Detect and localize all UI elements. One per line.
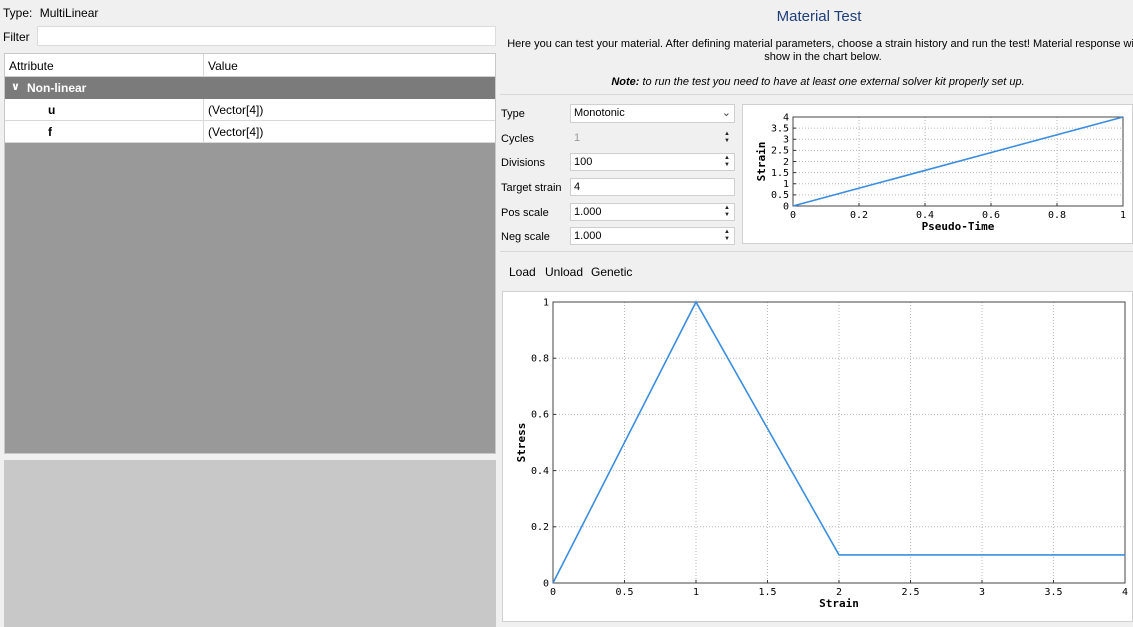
y-tick-label: 0.6 [531, 410, 549, 421]
unload-button[interactable]: Unload [545, 265, 583, 279]
divisions-value: 100 [574, 156, 593, 168]
y-axis-label: Strain [755, 142, 768, 182]
x-tick-label: 0.5 [615, 587, 633, 598]
x-tick-label: 3 [979, 587, 985, 598]
spin-arrows-icon: ▲ ▼ [724, 131, 730, 144]
series-line [792, 116, 1124, 207]
spin-arrows-icon[interactable]: ▲ ▼ [721, 205, 733, 219]
attribute-value[interactable]: (Vector[4]) [208, 103, 263, 117]
y-tick-label: 4 [783, 112, 789, 123]
filter-input[interactable] [37, 26, 496, 46]
target-strain-field[interactable]: 4 [570, 178, 735, 196]
x-tick-label: 2.5 [901, 587, 919, 598]
x-tick-label: 1 [1120, 210, 1126, 221]
table-row[interactable]: f (Vector[4]) [5, 121, 495, 143]
genetic-button[interactable]: Genetic [591, 265, 632, 279]
y-tick-label: 0 [783, 201, 789, 212]
y-tick-label: 0.8 [531, 354, 549, 365]
attribute-panel: Type: MultiLinear Filter Attribute Value… [0, 0, 498, 627]
group-row-non-linear[interactable]: ∨ Non-linear [5, 77, 495, 99]
material-response-chart: 0 0.5 1 1.5 2 2.5 3 3.5 4 0 0.2 0.4 0.6 0.8 1 Strain Str… [502, 291, 1133, 622]
target-strain-label: Target strain [501, 182, 562, 194]
y-tick-label: 0.4 [531, 466, 549, 477]
load-button[interactable]: Load [509, 265, 536, 279]
note-body: to run the test you need to have at leas… [639, 76, 1025, 88]
material-response-svg: 0 0.5 1 1.5 2 2.5 3 3.5 400.20.40.60.81StrainStr… [515, 297, 1128, 610]
type-param-label: Type [501, 108, 525, 120]
y-tick-label: 0.2 [531, 522, 549, 533]
x-axis-label: Strain [819, 597, 859, 610]
table-row[interactable]: u (Vector[4]) [5, 99, 495, 121]
cycles-label: Cycles [501, 133, 535, 145]
description-text: Here you can test your material. After d… [503, 38, 1133, 64]
chevron-down-icon: ⌄ [721, 107, 731, 119]
strain-type-select[interactable]: Monotonic ⌄ [570, 104, 735, 123]
strain-type-value: Monotonic [574, 107, 625, 119]
spin-arrows-icon[interactable]: ▲ ▼ [721, 229, 733, 243]
x-tick-label: 3.5 [1044, 587, 1062, 598]
type-row: Type: MultiLinear [3, 6, 98, 20]
divisions-stepper[interactable]: 100 ▲ ▼ [570, 153, 735, 171]
pos-scale-value: 1.000 [574, 206, 602, 218]
cycles-stepper: 1 ▲ ▼ [570, 129, 735, 147]
y-tick-label: 1.5 [771, 168, 789, 179]
x-tick-label: 0.2 [850, 210, 868, 221]
strain-history-chart: 0 0.2 0.4 0.6 0.8 1 0 0.5 1 1.5 2 2.5 3 3.5 4 Pseudo-Ti… [742, 104, 1133, 244]
x-tick-label: 1 [693, 587, 699, 598]
y-tick-label: 2 [783, 157, 789, 168]
note-text: Note: to run the test you need to have a… [498, 76, 1133, 88]
attribute-value[interactable]: (Vector[4]) [208, 125, 263, 139]
target-strain-value: 4 [574, 181, 581, 193]
y-tick-label: 3.5 [771, 123, 789, 134]
attribute-table: Attribute Value ∨ Non-linear u (Vector[4… [4, 53, 496, 454]
pos-scale-stepper[interactable]: 1.000 ▲ ▼ [570, 203, 735, 221]
group-label: Non-linear [27, 81, 87, 95]
x-tick-label: 0 [790, 210, 796, 221]
y-tick-label: 2.5 [771, 146, 789, 157]
x-tick-label: 0.8 [1048, 210, 1066, 221]
description-line: Here you can test your material. After d… [507, 38, 1133, 50]
y-tick-label: 0 [543, 578, 549, 589]
spin-arrows-icon[interactable]: ▲ ▼ [721, 155, 733, 169]
material-test-panel: Material Test Here you can test your mat… [498, 0, 1133, 627]
x-axis-label: Pseudo-Time [922, 220, 995, 233]
chevron-down-icon[interactable]: ∨ [11, 80, 20, 93]
page-title: Material Test [776, 8, 862, 25]
neg-scale-value: 1.000 [574, 230, 602, 242]
column-header-value[interactable]: Value [208, 59, 238, 73]
neg-scale-stepper[interactable]: 1.000 ▲ ▼ [570, 227, 735, 245]
x-tick-label: 4 [1122, 587, 1128, 598]
divisions-label: Divisions [501, 157, 546, 169]
strain-history-svg: 0 0.2 0.4 0.6 0.8 100.511.522.533.54Pseudo-Ti… [755, 112, 1126, 233]
y-tick-label: 3 [783, 135, 789, 146]
attribute-name: f [48, 125, 52, 139]
note-label: Note: [611, 76, 640, 88]
attribute-name: u [48, 103, 56, 117]
filter-label: Filter [3, 30, 30, 44]
y-axis-label: Stress [515, 423, 528, 463]
table-header: Attribute Value [5, 54, 495, 77]
column-header-attribute[interactable]: Attribute [9, 59, 54, 73]
type-value: MultiLinear [39, 6, 99, 20]
y-tick-label: 0.5 [771, 190, 789, 201]
description-pane [4, 460, 496, 627]
x-tick-label: 0 [550, 587, 556, 598]
y-tick-label: 1 [543, 297, 549, 308]
pos-scale-label: Pos scale [501, 207, 549, 219]
description-line: show in the chart below. [764, 51, 882, 63]
x-tick-label: 1.5 [758, 587, 776, 598]
neg-scale-label: Neg scale [501, 231, 550, 243]
cycles-value: 1 [574, 132, 581, 144]
y-tick-label: 1 [783, 179, 789, 190]
type-label: Type: [3, 6, 33, 20]
